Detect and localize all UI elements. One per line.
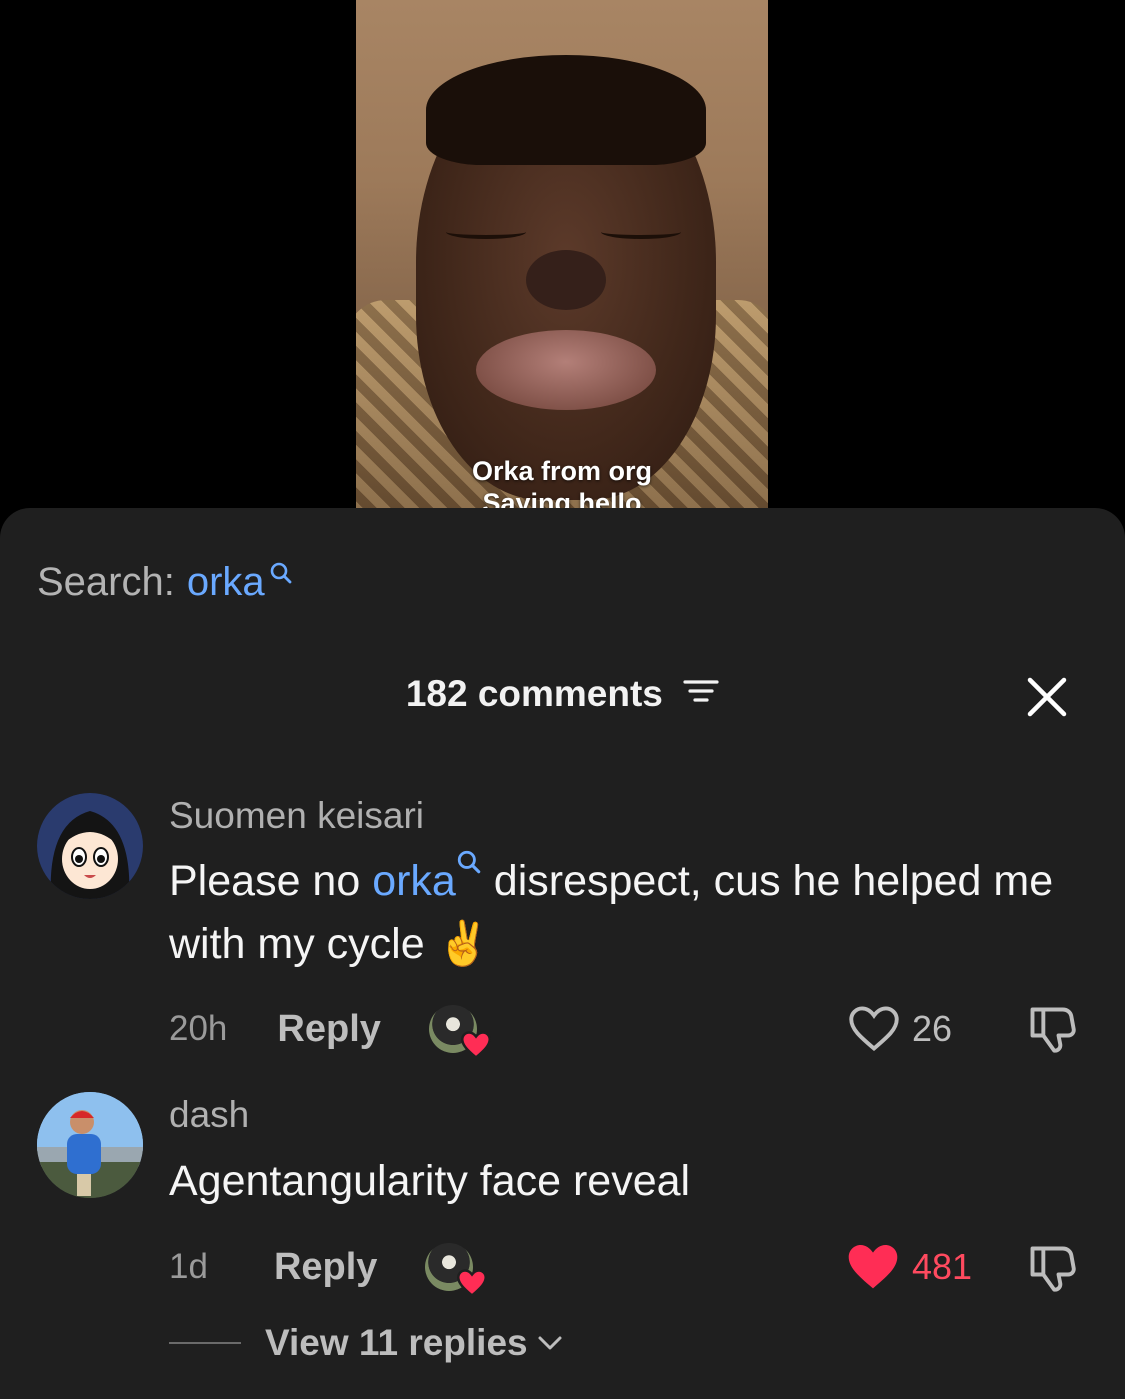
video-preview[interactable]: Orka from org Saying hello (356, 0, 768, 508)
heart-icon (457, 1269, 488, 1297)
comments-count: 182 comments (405, 673, 663, 714)
comments-header: 182 comments (0, 673, 1125, 723)
comment-username[interactable]: dash (169, 1094, 249, 1136)
comment-text: Please no orka disrespect, cus he helped… (169, 849, 1089, 976)
avatar[interactable] (37, 1092, 143, 1198)
search-suggestion[interactable]: Search: orka (37, 560, 293, 605)
search-icon (457, 850, 481, 874)
dislike-icon[interactable] (1026, 1242, 1078, 1299)
video-caption: Orka from org Saying hello (356, 455, 768, 508)
search-label: Search: (37, 560, 175, 604)
replies-divider (169, 1342, 241, 1344)
comment-keyword-link[interactable]: orka (372, 857, 456, 905)
reply-button[interactable]: Reply (277, 1008, 380, 1051)
like-button[interactable]: 26 (848, 999, 952, 1059)
comment-meta: 1d Reply (169, 1237, 488, 1297)
comment-meta: 20h Reply (169, 999, 491, 1059)
video-eye-right (601, 225, 681, 239)
view-replies-label: View 11 replies (265, 1322, 528, 1363)
heart-filled-icon (848, 1244, 898, 1289)
close-icon[interactable] (1026, 676, 1068, 718)
search-keyword[interactable]: orka (187, 560, 265, 605)
comment-text: Agentangularity face reveal (169, 1157, 691, 1205)
creator-liked-avatar (425, 1243, 488, 1297)
chevron-down-icon (538, 1336, 562, 1350)
creator-liked-avatar (428, 1005, 491, 1059)
caption-line-1: Orka from org (471, 456, 653, 486)
search-icon (269, 550, 293, 595)
comment-username[interactable]: Suomen keisari (169, 795, 424, 837)
like-count: 481 (912, 1246, 973, 1287)
video-lips (476, 330, 656, 410)
avatar[interactable] (37, 793, 143, 899)
video-nose (526, 250, 606, 310)
comment-text-before: Please no (169, 857, 373, 905)
filter-icon[interactable] (683, 672, 719, 714)
heart-icon (460, 1031, 491, 1059)
caption-line-2: Saying hello (482, 488, 642, 508)
like-count: 26 (912, 1008, 953, 1049)
heart-outline-icon (849, 1006, 899, 1052)
video-eye-left (446, 225, 526, 239)
like-button[interactable]: 481 (846, 1237, 972, 1297)
reply-button[interactable]: Reply (274, 1246, 377, 1289)
dislike-icon[interactable] (1026, 1003, 1078, 1060)
comment-time: 1d (169, 1247, 208, 1286)
video-hair (426, 55, 706, 165)
comments-sheet: Search: orka 182 comments Suomen keisari… (0, 508, 1125, 1399)
view-replies-button[interactable]: View 11 replies (169, 1322, 564, 1364)
comment-time: 20h (169, 1009, 228, 1048)
